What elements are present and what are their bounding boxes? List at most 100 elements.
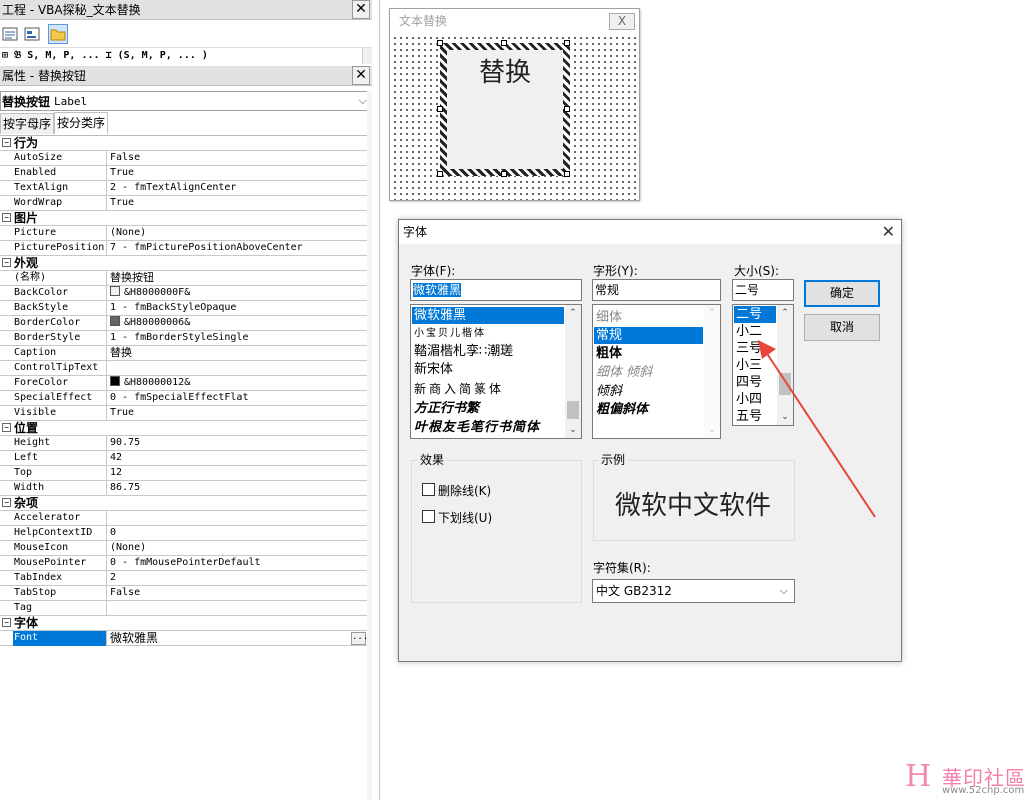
tab-categorized[interactable]: 按分类序 [54,112,109,134]
scroll-up-icon[interactable]: ⌃ [565,305,581,321]
annotation-arrow-icon [758,340,876,518]
category-misc[interactable]: − 杂项 [0,496,367,511]
property-row[interactable]: BackColor &H8000000F& [0,286,367,301]
style-list-scrollbar[interactable]: ⌃ ⌄ [704,305,720,438]
userform-close-button[interactable]: X [609,13,635,30]
list-item[interactable]: 鞜湄楷札孪∷潮瑳 [412,343,513,360]
property-row[interactable]: MouseIcon (None) [0,541,367,556]
property-row[interactable]: TextAlign 2 - fmTextAlignCenter [0,181,367,196]
property-row[interactable]: (名称) 替换按钮 [0,271,367,286]
tree-item-partial[interactable]: ⊞ 𝔅 S, M, P, ... ⌶ (S, M, P, ... ) [2,50,208,61]
list-item[interactable]: 新商入简篆体 [412,381,504,398]
resize-handle[interactable] [564,171,570,177]
property-row[interactable]: TabStop False [0,586,367,601]
project-tree-scrollbar[interactable] [362,48,372,64]
property-row[interactable]: ControlTipText [0,361,367,376]
resize-handle[interactable] [437,106,443,112]
list-item[interactable]: 微软雅黑 [412,307,564,324]
property-row[interactable]: Picture (None) [0,226,367,241]
view-object-button[interactable] [22,24,42,44]
property-row[interactable]: TabIndex 2 [0,571,367,586]
collapse-icon[interactable]: − [2,213,11,222]
property-row[interactable]: Accelerator [0,511,367,526]
collapse-icon[interactable]: − [2,138,11,147]
strikeout-checkbox[interactable] [422,483,435,496]
category-picture[interactable]: − 图片 [0,211,367,226]
tab-alphabetic[interactable]: 按字母序 [0,113,55,134]
list-item[interactable]: 方正行书繁 [412,400,479,417]
property-row[interactable]: BorderColor &H80000006& [0,316,367,331]
collapse-icon[interactable]: − [2,258,11,267]
scroll-up-icon[interactable]: ⌃ [777,305,793,321]
collapse-icon[interactable]: − [2,423,11,432]
property-row[interactable]: BorderStyle 1 - fmBorderStyleSingle [0,331,367,346]
resize-handle[interactable] [437,171,443,177]
property-row[interactable]: Caption 替换 [0,346,367,361]
font-style-input[interactable]: 常规 [592,279,721,301]
property-row[interactable]: Width 86.75 [0,481,367,496]
project-toolbar [0,20,372,48]
list-item[interactable]: 二号 [734,306,776,323]
property-row-selected[interactable]: Font 微软雅黑... [0,631,368,646]
collapse-icon[interactable]: − [2,618,11,627]
list-item[interactable]: 细体 倾斜 [594,364,652,381]
close-icon[interactable]: ✕ [352,0,370,19]
property-row[interactable]: WordWrap True [0,196,367,211]
resize-handle[interactable] [564,106,570,112]
category-appearance[interactable]: − 外观 [0,256,367,271]
property-row[interactable]: AutoSize False [0,151,367,166]
underline-checkbox[interactable] [422,510,435,523]
list-item[interactable]: 粗体 [594,345,622,362]
property-row[interactable]: BackStyle 1 - fmBackStyleOpaque [0,301,367,316]
property-row[interactable]: Enabled True [0,166,367,181]
scroll-down-icon[interactable]: ⌄ [565,422,581,438]
list-item[interactable]: 新宋体 [412,361,453,378]
collapse-icon[interactable]: − [2,498,11,507]
list-item[interactable]: 倾斜 [594,383,622,400]
strikeout-label[interactable]: 删除线(K) [438,482,491,499]
resize-handle[interactable] [437,40,443,46]
ellipsis-button[interactable]: ... [351,632,368,645]
property-row[interactable]: MousePointer 0 - fmMousePointerDefault [0,556,367,571]
property-row[interactable]: ForeColor &H80000012& [0,376,367,391]
close-icon[interactable]: ✕ [352,66,370,85]
font-size-input[interactable]: 二号 [732,279,794,301]
underline-label[interactable]: 下划线(U) [438,509,492,526]
list-item[interactable]: 常规 [594,327,703,344]
resize-handle[interactable] [564,40,570,46]
toggle-folders-button[interactable] [48,24,68,44]
category-position[interactable]: − 位置 [0,421,367,436]
scroll-down-icon[interactable]: ⌄ [704,422,720,438]
property-row[interactable]: SpecialEffect 0 - fmSpecialEffectFlat [0,391,367,406]
scroll-thumb[interactable] [567,401,579,419]
list-item[interactable]: 细体 [594,309,622,326]
property-row[interactable]: Tag [0,601,367,616]
close-icon[interactable]: ✕ [882,222,895,241]
list-item[interactable]: 叶根友毛笔行书简体 [412,419,540,436]
list-item[interactable]: 粗偏斜体 [594,401,648,418]
charset-select[interactable]: 中文 GB2312 ⌵ [592,579,795,603]
font-name-input[interactable]: 微软雅黑 [410,279,582,301]
view-code-button[interactable] [0,24,20,44]
font-name-list[interactable]: 微软雅黑 小宝贝儿楷体 鞜湄楷札孪∷潮瑳 新宋体 新商入简篆体 方正行书繁 叶根… [410,304,582,439]
list-item[interactable]: 小宝贝儿楷体 [412,325,486,342]
font-style-list[interactable]: 细体 常规 粗体 细体 倾斜 倾斜 粗偏斜体 ⌃ ⌄ [592,304,721,439]
property-row[interactable]: PicturePosition 7 - fmPicturePositionAbov… [0,241,367,256]
resize-handle[interactable] [501,40,507,46]
property-row[interactable]: Height 90.75 [0,436,367,451]
object-select[interactable]: 替换按钮 Label ⌵ [0,91,372,111]
scroll-up-icon[interactable]: ⌃ [704,305,720,321]
property-row[interactable]: HelpContextID 0 [0,526,367,541]
left-pane-scrollbar[interactable] [367,91,372,800]
resize-handle[interactable] [501,171,507,177]
view-code-icon [2,27,18,41]
property-row[interactable]: Visible True [0,406,367,421]
project-tree[interactable]: ⊞ 𝔅 S, M, P, ... ⌶ (S, M, P, ... ) [0,48,372,64]
font-list-scrollbar[interactable]: ⌃ ⌄ [565,305,581,438]
property-row[interactable]: Top 12 [0,466,367,481]
object-type: Label [54,94,88,108]
category-behavior[interactable]: − 行为 [0,136,367,151]
category-font[interactable]: − 字体 [0,616,367,631]
ok-button[interactable]: 确定 [804,280,880,307]
property-row[interactable]: Left 42 [0,451,367,466]
